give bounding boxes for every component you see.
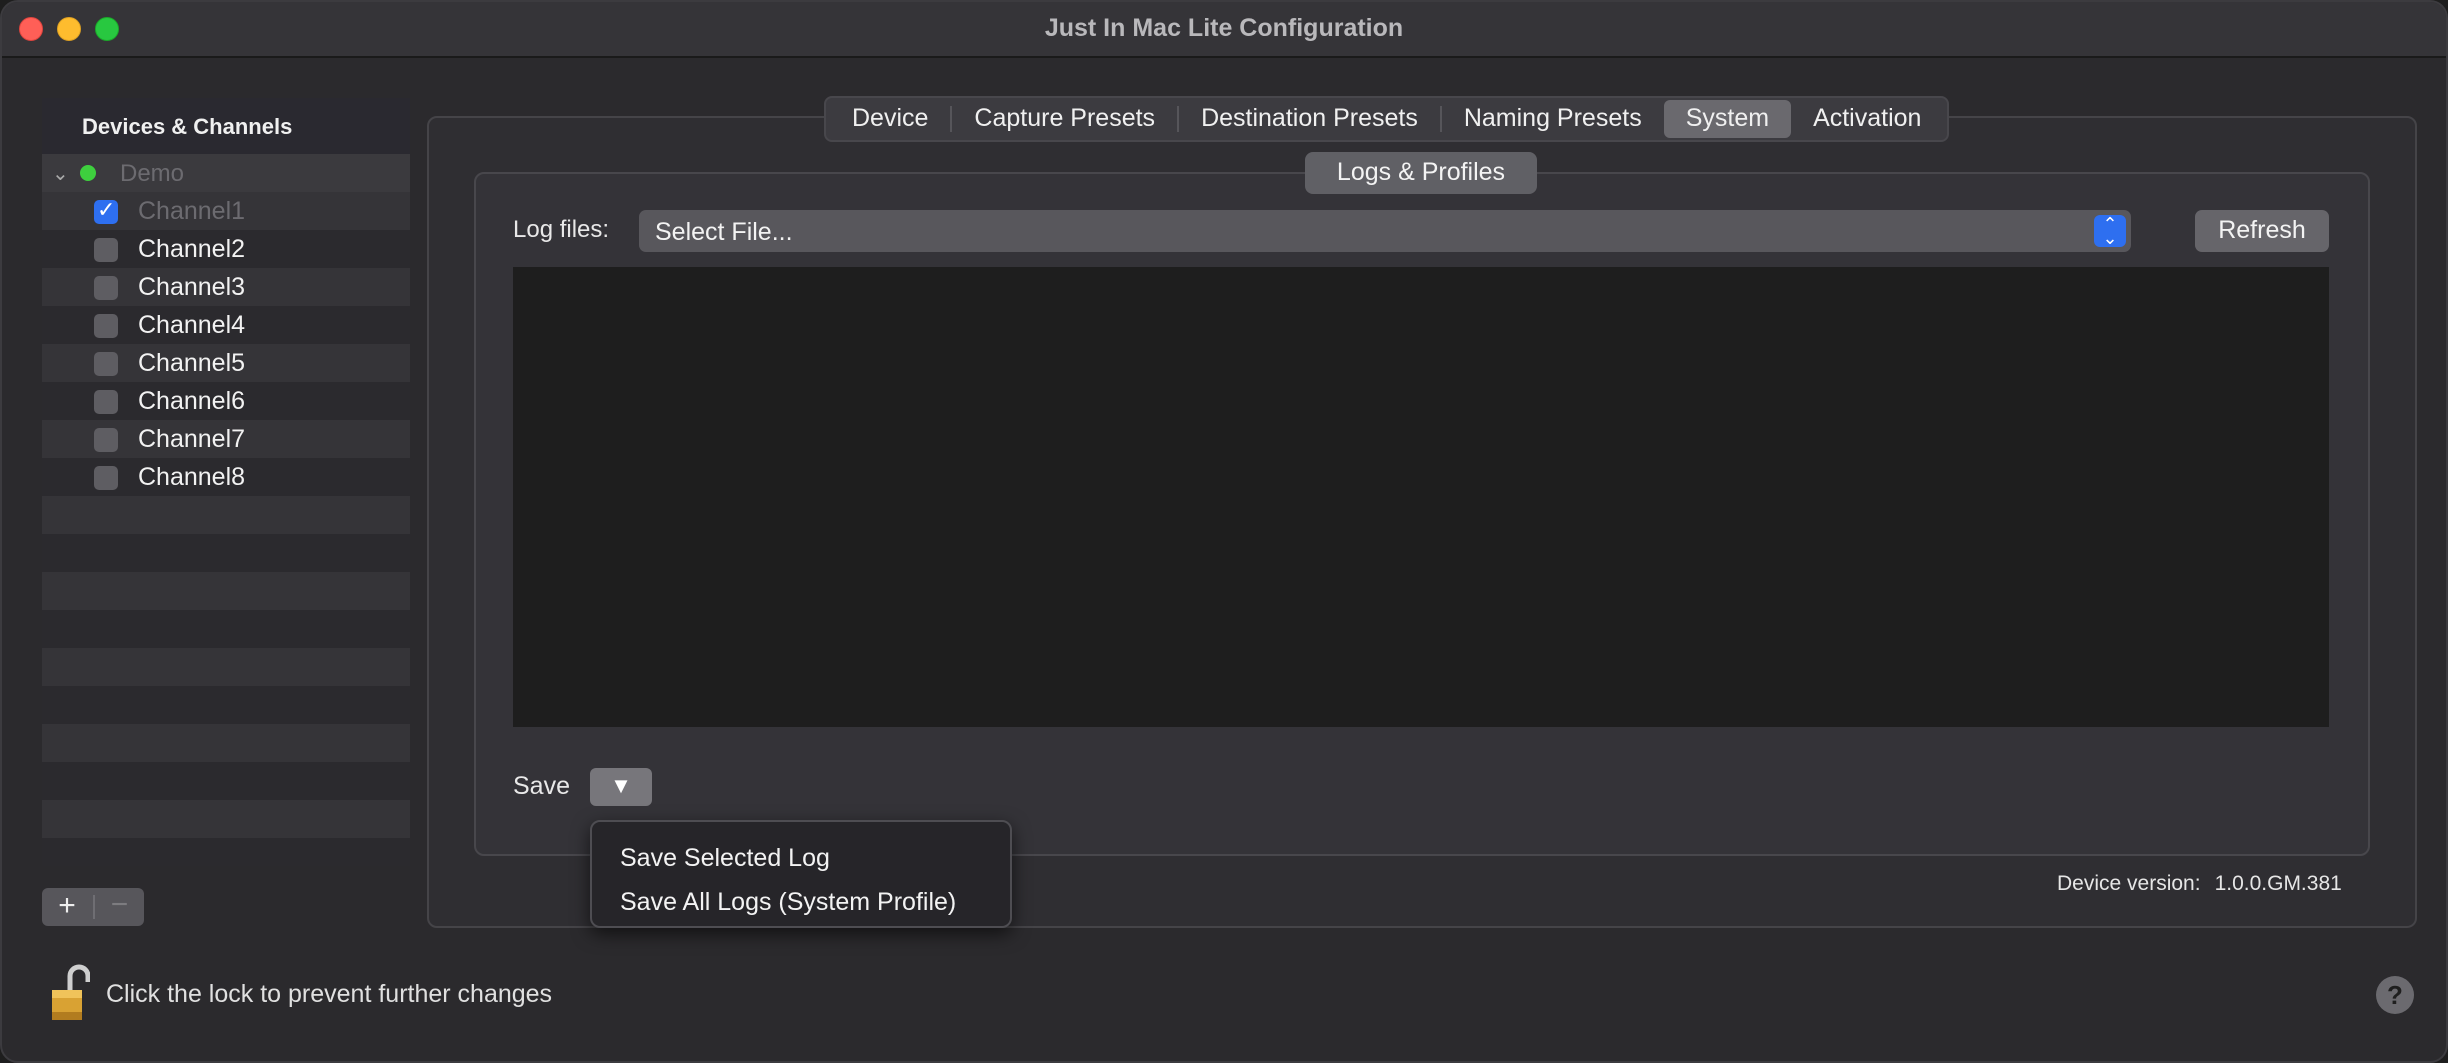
channel-row[interactable]: Channel4 (42, 306, 410, 344)
status-dot-icon (80, 165, 96, 181)
channel2-checkbox[interactable] (94, 238, 118, 262)
channel8-checkbox[interactable] (94, 466, 118, 490)
channel-label: Channel8 (138, 463, 246, 491)
empty-row (42, 724, 410, 762)
refresh-button[interactable]: Refresh (2195, 210, 2329, 252)
empty-row (42, 496, 410, 534)
chevron-down-icon[interactable]: ⌄ (52, 161, 69, 186)
add-remove-control: + − (42, 888, 144, 926)
channel3-checkbox[interactable] (94, 276, 118, 300)
unlocked-padlock-icon[interactable] (50, 962, 90, 1022)
empty-row (42, 762, 410, 800)
channel1-checkbox[interactable] (94, 197, 118, 224)
channel-label: Channel6 (138, 387, 246, 415)
window-title: Just In Mac Lite Configuration (1044, 14, 1404, 42)
channel4-checkbox[interactable] (94, 314, 118, 338)
channel-row[interactable]: Channel2 (42, 230, 410, 268)
channel-row[interactable]: Channel5 (42, 344, 410, 382)
sidebar-header: Devices & Channels (42, 98, 410, 154)
group-title: Logs & Profiles (1305, 152, 1537, 194)
empty-row (42, 838, 410, 866)
tab-destination-presets[interactable]: Destination Presets (1179, 100, 1440, 138)
channel-row[interactable]: Channel1 (42, 192, 410, 230)
config-window: Just In Mac Lite Configuration Devices &… (0, 0, 2448, 1063)
menu-item-save-selected-log[interactable]: Save Selected Log (592, 836, 1010, 880)
channel5-checkbox[interactable] (94, 352, 118, 376)
empty-row (42, 800, 410, 838)
device-version-label: Device version: (2057, 872, 2201, 895)
channel-label: Channel3 (138, 273, 246, 301)
tab-bar: Device Capture Presets Destination Prese… (824, 96, 1950, 142)
up-down-arrows-icon[interactable]: ⌃ ⌄ (2094, 215, 2126, 247)
channel7-checkbox[interactable] (94, 428, 118, 452)
empty-row (42, 534, 410, 572)
device-channel-list: ⌄ Demo Channel1 Channel2 Channel3 Channe… (42, 154, 410, 866)
channel6-checkbox[interactable] (94, 390, 118, 414)
channel-label: Channel5 (138, 349, 246, 377)
tab-capture-presets[interactable]: Capture Presets (952, 100, 1177, 138)
device-row-demo[interactable]: ⌄ Demo (42, 154, 410, 192)
empty-row (42, 610, 410, 648)
menu-item-save-all-logs[interactable]: Save All Logs (System Profile) (592, 880, 1010, 924)
channel-row[interactable]: Channel8 (42, 458, 410, 496)
device-label: Demo (120, 160, 185, 187)
channel-row[interactable]: Channel7 (42, 420, 410, 458)
remove-device-button[interactable]: − (95, 888, 144, 926)
tab-activation[interactable]: Activation (1791, 100, 1943, 138)
empty-row (42, 648, 410, 686)
help-button[interactable]: ? (2376, 976, 2414, 1014)
empty-row (42, 572, 410, 610)
channel-label: Channel4 (138, 311, 246, 339)
tab-system[interactable]: System (1663, 100, 1792, 138)
channel-label: Channel2 (138, 235, 246, 263)
log-content-view[interactable] (513, 267, 2329, 727)
title-bar: Just In Mac Lite Configuration (2, 2, 2446, 58)
channel-row[interactable]: Channel6 (42, 382, 410, 420)
devices-sidebar: Devices & Channels ⌄ Demo Channel1 Chann… (42, 98, 410, 866)
triangle-down-icon: ▼ (610, 773, 632, 798)
log-file-select[interactable]: Select File... ⌃ ⌄ (639, 210, 2131, 252)
channel-label: Channel1 (138, 197, 246, 225)
save-menu-button[interactable]: ▼ (590, 768, 652, 806)
save-label: Save (513, 772, 570, 800)
lock-message: Click the lock to prevent further change… (106, 980, 553, 1008)
log-file-select-value: Select File... (655, 218, 793, 246)
tab-device[interactable]: Device (830, 100, 950, 138)
tab-naming-presets[interactable]: Naming Presets (1442, 100, 1664, 138)
channel-label: Channel7 (138, 425, 246, 453)
device-version-value: 1.0.0.GM.381 (2214, 872, 2342, 895)
log-files-label: Log files: (513, 216, 610, 243)
device-version: Device version: 1.0.0.GM.381 (2057, 872, 2342, 896)
add-device-button[interactable]: + (42, 888, 92, 926)
empty-row (42, 686, 410, 724)
save-dropdown-menu: Save Selected Log Save All Logs (System … (590, 820, 1012, 928)
channel-row[interactable]: Channel3 (42, 268, 410, 306)
